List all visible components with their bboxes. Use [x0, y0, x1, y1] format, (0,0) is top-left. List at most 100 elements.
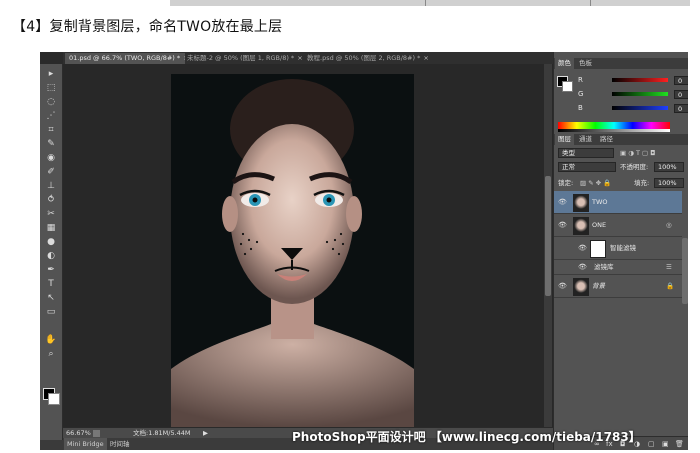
layer-thumbnail [573, 217, 589, 235]
new-layer-icon[interactable]: ▣ [662, 437, 669, 450]
stamp-tool-icon[interactable]: ⊥ [44, 180, 58, 192]
group-icon[interactable]: ▢ [648, 437, 655, 450]
portrait-image [171, 74, 414, 427]
tab-color[interactable]: 颜色 [555, 58, 574, 69]
background-color-swatch[interactable] [48, 393, 60, 405]
color-row-r: R 0 [578, 76, 688, 85]
lock-row: 锁定: ▨ ✎ ✥ 🔒 填充: 100% [556, 178, 687, 189]
gradient-tool-icon[interactable]: ▦ [44, 222, 58, 234]
lock-icon: 🔒 [666, 282, 675, 290]
layer-filter-select[interactable]: 类型 [558, 148, 614, 158]
healing-tool-icon[interactable]: ◉ [44, 152, 58, 164]
layer-row-background[interactable]: 👁 背景 🔒 [554, 275, 682, 298]
eye-icon[interactable]: 👁 [558, 221, 567, 229]
tab-layers[interactable]: 图层 [555, 134, 574, 145]
blur-tool-icon[interactable]: ● [44, 236, 58, 248]
smart-object-icon: ◎ [666, 221, 672, 229]
zoom-tool-icon[interactable]: ⌕ [44, 348, 58, 360]
tab-label: 教程.psd @ 50% (图层 2, RGB/8#) * [307, 54, 421, 62]
layer-thumbnail [573, 278, 589, 296]
filter-kind: 类型 [562, 149, 575, 157]
fill-value: 100% [658, 179, 677, 187]
marquee-tool-icon[interactable]: ⬚ [44, 82, 58, 94]
eye-icon[interactable]: 👁 [558, 198, 567, 206]
layer-filter-row: 类型 ▣ ◑ T ▢ ◘ [556, 148, 687, 159]
lasso-tool-icon[interactable]: ◌ [44, 96, 58, 108]
red-value-field[interactable]: 0 [674, 76, 688, 85]
channel-label: G [578, 90, 584, 98]
tab-swatches[interactable]: 色板 [576, 58, 595, 69]
gray-ramp[interactable] [558, 129, 670, 132]
tab-label: 01.psd @ 66.7% (TWO, RGB/8#) * [69, 54, 181, 62]
tools-panel: ▸ ⬚ ◌ ⋰ ⌗ ✎ ◉ ✐ ⊥ ⥀ ✂ ▦ ● ◐ ✒ T ↖ ▭ ✋ ⌕ [40, 64, 63, 440]
tab-01-psd[interactable]: 01.psd @ 66.7% (TWO, RGB/8#) *× [65, 53, 185, 64]
eye-icon[interactable]: 👁 [578, 244, 587, 252]
layer-row-filter-gallery[interactable]: 👁 滤镜库 ☰ [554, 260, 682, 275]
channel-label: R [578, 76, 583, 84]
path-select-tool-icon[interactable]: ↖ [44, 292, 58, 304]
document-canvas[interactable] [63, 64, 553, 427]
document-tabs: 01.psd @ 66.7% (TWO, RGB/8#) *× 未标题-2 @ … [63, 52, 553, 64]
eraser-tool-icon[interactable]: ✂ [44, 208, 58, 220]
canvas-vertical-scrollbar[interactable] [544, 64, 552, 427]
type-tool-icon[interactable]: T [44, 278, 58, 290]
layer-name: 智能滤镜 [610, 244, 636, 252]
blend-mode-select[interactable]: 正常 [558, 162, 616, 172]
layer-name: TWO [592, 198, 608, 206]
tab-channels[interactable]: 通道 [576, 134, 595, 145]
eyedropper-tool-icon[interactable]: ✎ [44, 138, 58, 150]
quick-select-tool-icon[interactable]: ⋰ [44, 110, 58, 122]
tab-label: 未标题-2 @ 50% (图层 1, RGB/8) * [187, 54, 295, 62]
step-caption: 【4】复制背景图层，命名TWO放在最上层 [12, 19, 283, 35]
status-info-icon[interactable] [93, 430, 100, 437]
lock-icons[interactable]: ▨ ✎ ✥ 🔒 [580, 178, 611, 189]
dodge-tool-icon[interactable]: ◐ [44, 250, 58, 262]
color-background-chip[interactable] [562, 81, 573, 92]
tab-timeline[interactable]: 时间轴 [107, 438, 133, 450]
history-brush-tool-icon[interactable]: ⥀ [44, 194, 58, 206]
eye-icon[interactable]: 👁 [578, 263, 587, 271]
green-value-field[interactable]: 0 [674, 90, 688, 99]
fill-label: 填充: [634, 179, 650, 187]
opacity-label: 不透明度: [620, 163, 649, 171]
right-panels: 颜色 色板 R 0 G 0 B 0 图层 通道 路径 类型 ▣ ◑ T ▢ ◘ … [553, 52, 688, 450]
portrait-illustration [171, 74, 414, 427]
watermark: PhotoShop平面设计吧 【www.linecg.com/tieba/178… [292, 430, 641, 444]
fill-field[interactable]: 100% [654, 178, 684, 188]
close-icon[interactable]: × [423, 54, 428, 62]
tab-untitled-2[interactable]: 未标题-2 @ 50% (图层 1, RGB/8) * × [183, 53, 303, 64]
hand-tool-icon[interactable]: ✋ [44, 334, 58, 346]
red-slider[interactable] [612, 78, 668, 82]
color-row-b: B 0 [578, 104, 688, 113]
color-row-g: G 0 [578, 90, 688, 99]
layers-panel-tabs: 图层 通道 路径 [554, 134, 688, 145]
filter-mask-thumbnail [590, 240, 606, 258]
move-tool-icon[interactable]: ▸ [44, 68, 58, 80]
scrollbar-thumb[interactable] [545, 176, 551, 296]
lock-label: 锁定: [558, 179, 574, 187]
layer-row-two[interactable]: 👁 TWO [554, 191, 682, 214]
layer-row-smart-filters[interactable]: 👁 智能滤镜 [554, 237, 682, 260]
trash-icon[interactable]: 🗑 [675, 437, 684, 450]
tab-mini-bridge[interactable]: Mini Bridge [64, 438, 107, 450]
layers-scrollbar-thumb[interactable] [682, 238, 688, 304]
close-icon[interactable]: × [297, 54, 302, 62]
layer-row-one[interactable]: 👁 ONE ◎ [554, 214, 682, 237]
blue-slider[interactable] [612, 106, 668, 110]
top-strip [170, 0, 690, 6]
blue-value-field[interactable]: 0 [674, 104, 688, 113]
color-spectrum[interactable] [558, 122, 670, 129]
pen-tool-icon[interactable]: ✒ [44, 264, 58, 276]
tab-tutorial-psd[interactable]: 教程.psd @ 50% (图层 2, RGB/8#) * × [303, 53, 429, 64]
tab-paths[interactable]: 路径 [597, 134, 616, 145]
crop-tool-icon[interactable]: ⌗ [44, 124, 58, 136]
channel-label: B [578, 104, 583, 112]
eye-icon[interactable]: 👁 [558, 282, 567, 290]
filter-options-icon[interactable]: ☰ [666, 260, 672, 274]
brush-tool-icon[interactable]: ✐ [44, 166, 58, 178]
green-slider[interactable] [612, 92, 668, 96]
filter-icons[interactable]: ▣ ◑ T ▢ ◘ [620, 148, 655, 159]
opacity-field[interactable]: 100% [654, 162, 684, 172]
layer-name: 滤镜库 [594, 263, 614, 271]
shape-tool-icon[interactable]: ▭ [44, 306, 58, 318]
